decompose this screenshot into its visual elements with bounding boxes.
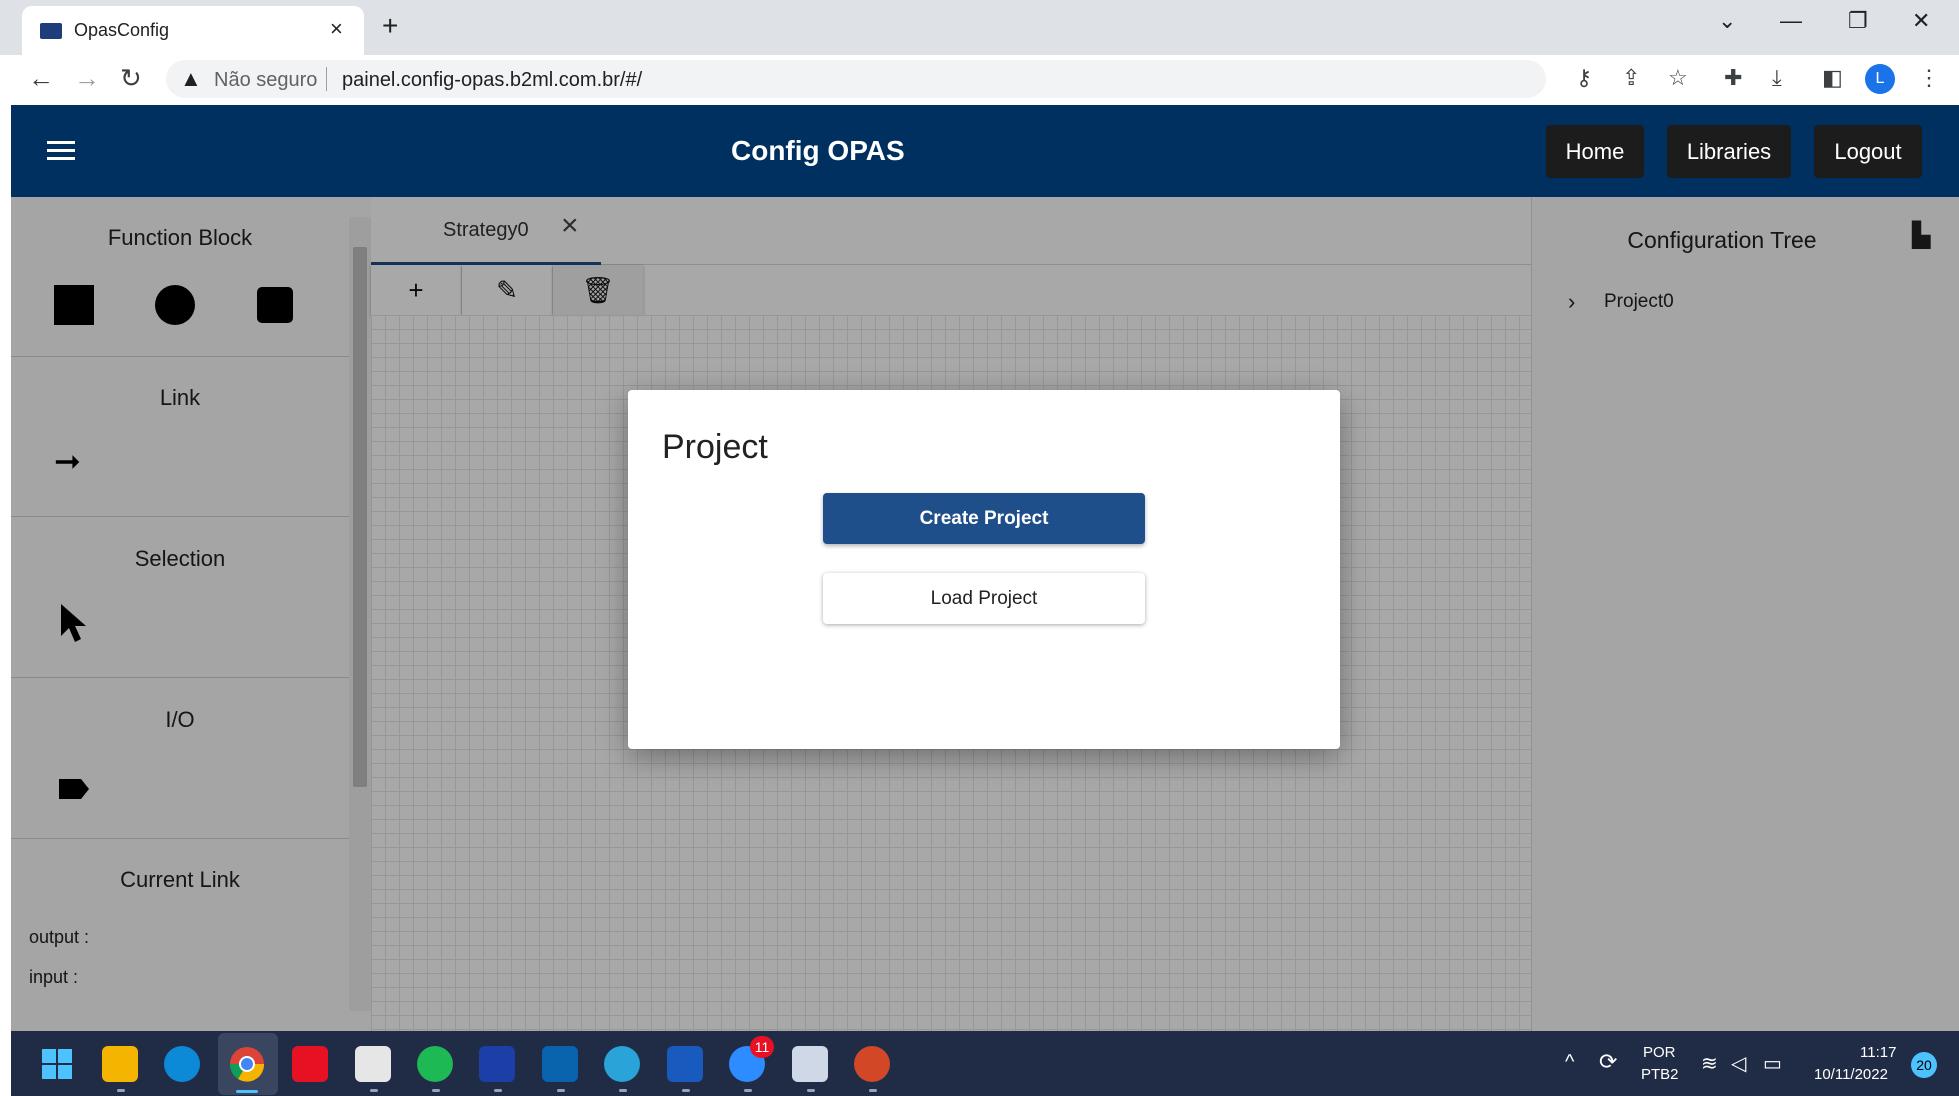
app-title: Config OPAS <box>731 135 905 166</box>
windows-taskbar: 11 ^ ⟳ POR PTB2 ≋ ◁ ▭ 11:17 10/11/2022 2… <box>11 1031 1959 1096</box>
sync-icon[interactable]: ⟳ <box>1599 1049 1617 1075</box>
running-indicator <box>370 1089 378 1092</box>
battery-icon[interactable]: ▭ <box>1763 1051 1782 1076</box>
project-dialog: Project Create Project Load Project <box>628 390 1340 749</box>
security-label: Não seguro <box>214 69 318 91</box>
site-favicon-icon <box>40 23 62 39</box>
minimize-icon[interactable]: — <box>1780 8 1802 34</box>
back-icon[interactable]: ← <box>28 63 54 94</box>
paint-icon[interactable] <box>604 1046 640 1082</box>
close-tab-icon[interactable]: × <box>330 16 343 42</box>
key-icon[interactable]: ⚷ <box>1576 65 1592 91</box>
running-indicator <box>557 1089 565 1092</box>
side-panel-icon[interactable]: ◧ <box>1822 65 1843 91</box>
browser-tab[interactable]: OpasConfig × <box>22 6 364 55</box>
running-indicator <box>869 1089 877 1092</box>
language-bottom[interactable]: PTB2 <box>1641 1066 1679 1083</box>
tray-chevron-icon[interactable]: ^ <box>1565 1051 1574 1074</box>
file-explorer-icon[interactable] <box>102 1046 138 1082</box>
running-indicator <box>117 1089 125 1092</box>
browser-tab-bar: OpasConfig × + ⌄ — ❐ ✕ <box>0 0 1959 55</box>
logout-button[interactable]: Logout <box>1814 125 1922 178</box>
running-indicator <box>682 1089 690 1092</box>
photos-icon[interactable] <box>792 1046 828 1082</box>
browser-tab-title: OpasConfig <box>74 20 170 40</box>
running-indicator <box>807 1089 815 1092</box>
address-bar[interactable]: ▲ Não seguro painel.config-opas.b2ml.com… <box>166 60 1546 98</box>
edge-icon[interactable] <box>164 1046 200 1082</box>
download-icon[interactable]: ⤓ <box>1772 65 1782 91</box>
chrome-icon[interactable] <box>229 1046 265 1082</box>
home-button[interactable]: Home <box>1546 125 1644 178</box>
share-icon[interactable]: ⇪ <box>1622 65 1640 91</box>
url-text[interactable]: painel.config-opas.b2ml.com.br/#/ <box>342 69 642 92</box>
running-indicator <box>432 1089 440 1092</box>
clock-time[interactable]: 11:17 <box>1860 1044 1896 1061</box>
active-indicator <box>236 1090 258 1093</box>
address-separator <box>326 67 327 91</box>
notification-count-badge[interactable]: 20 <box>1911 1052 1937 1078</box>
windows-start-icon[interactable] <box>41 1048 73 1080</box>
app-header: Config OPAS Home Libraries Logout <box>11 105 1959 197</box>
anydesk-icon[interactable] <box>292 1046 328 1082</box>
running-indicator <box>494 1089 502 1092</box>
tab-search-icon[interactable]: ⌄ <box>1718 8 1736 34</box>
hamburger-menu-icon[interactable] <box>47 141 75 161</box>
warning-icon: ▲ <box>180 66 202 91</box>
load-project-button[interactable]: Load Project <box>823 573 1145 624</box>
wifi-icon[interactable]: ≋ <box>1701 1051 1718 1076</box>
new-tab-button[interactable]: + <box>382 10 398 42</box>
word-icon[interactable] <box>667 1046 703 1082</box>
close-window-icon[interactable]: ✕ <box>1912 8 1930 34</box>
dialog-title: Project <box>662 428 768 466</box>
forward-icon[interactable]: → <box>74 63 100 94</box>
profile-avatar[interactable]: L <box>1865 64 1895 94</box>
language-top[interactable]: POR <box>1643 1044 1676 1061</box>
reload-icon[interactable]: ↻ <box>120 63 142 94</box>
volume-icon[interactable]: ◁ <box>1731 1051 1746 1076</box>
menu-kebab-icon[interactable]: ⋮ <box>1918 65 1940 91</box>
zoom-notification-badge: 11 <box>750 1036 774 1058</box>
running-indicator <box>619 1089 627 1092</box>
notepad-icon[interactable] <box>355 1046 391 1082</box>
browser-toolbar: ← → ↻ ▲ Não seguro painel.config-opas.b2… <box>0 55 1959 105</box>
create-project-button[interactable]: Create Project <box>823 493 1145 544</box>
outlook-icon[interactable] <box>542 1046 578 1082</box>
spotify-icon[interactable] <box>417 1046 453 1082</box>
powerpoint-icon[interactable] <box>854 1046 890 1082</box>
webex-icon[interactable] <box>479 1046 515 1082</box>
libraries-button[interactable]: Libraries <box>1667 125 1791 178</box>
extensions-icon[interactable]: ✚ <box>1724 65 1742 91</box>
running-indicator <box>744 1089 752 1092</box>
restore-icon[interactable]: ❐ <box>1848 8 1868 34</box>
star-icon[interactable]: ☆ <box>1668 65 1688 91</box>
clock-date[interactable]: 10/11/2022 <box>1814 1066 1888 1083</box>
